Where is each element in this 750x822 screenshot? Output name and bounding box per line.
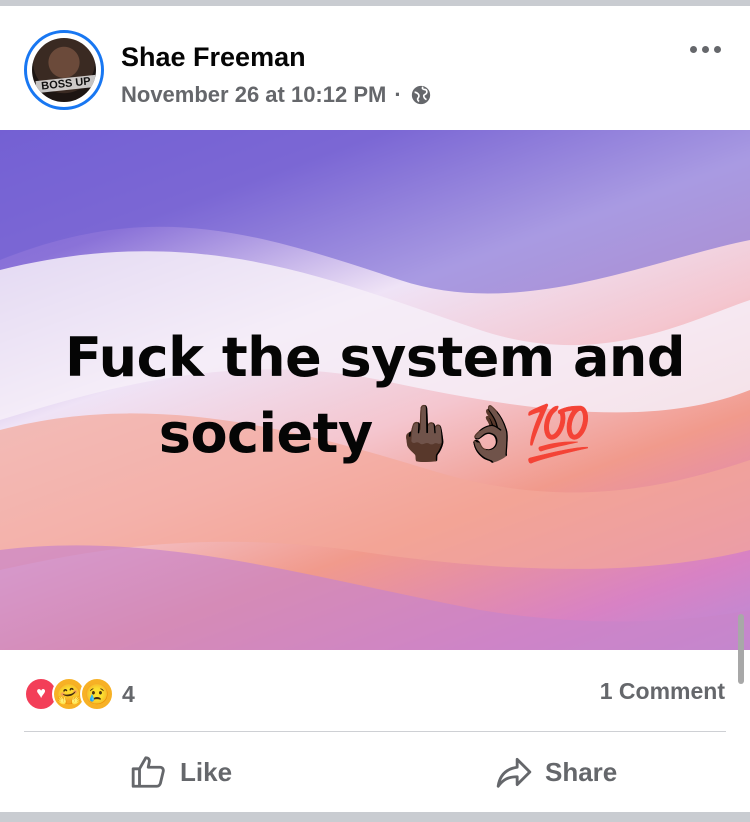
reaction-count: 4: [122, 680, 135, 707]
like-label: Like: [180, 756, 233, 787]
avatar-image: BOSS UP: [32, 38, 96, 102]
avatar[interactable]: BOSS UP: [24, 30, 104, 110]
post-background: Fuck the system and society 🖕🏿👌🏿💯: [0, 130, 750, 650]
share-label: Share: [545, 756, 618, 787]
scrollbar[interactable]: [738, 614, 744, 684]
avatar-caption: BOSS UP: [35, 74, 96, 94]
globe-icon: [411, 85, 430, 105]
author-name[interactable]: Shae Freeman: [121, 42, 306, 73]
like-button[interactable]: Like: [130, 750, 232, 794]
sad-reaction-icon: 😢: [80, 677, 114, 711]
share-arrow-icon: [496, 757, 532, 788]
share-button[interactable]: Share: [495, 750, 617, 794]
post-meta: November 26 at 10:12 PM ·: [121, 82, 432, 108]
post-text: Fuck the system and society 🖕🏿👌🏿💯: [64, 326, 686, 465]
more-options-icon[interactable]: [690, 42, 730, 56]
post-header: BOSS UP Shae Freeman November 26 at 10:1…: [0, 6, 750, 130]
meta-separator: ·: [394, 82, 402, 107]
post-card: BOSS UP Shae Freeman November 26 at 10:1…: [0, 6, 750, 812]
reactions-summary[interactable]: ♥ 🤗 😢 4: [24, 674, 135, 714]
bottom-separator: [0, 812, 750, 822]
thumbs-up-icon: [131, 756, 165, 788]
divider: [24, 731, 726, 732]
comments-count[interactable]: 1 Comment: [560, 678, 725, 705]
timestamp[interactable]: November 26 at 10:12 PM: [121, 82, 386, 108]
